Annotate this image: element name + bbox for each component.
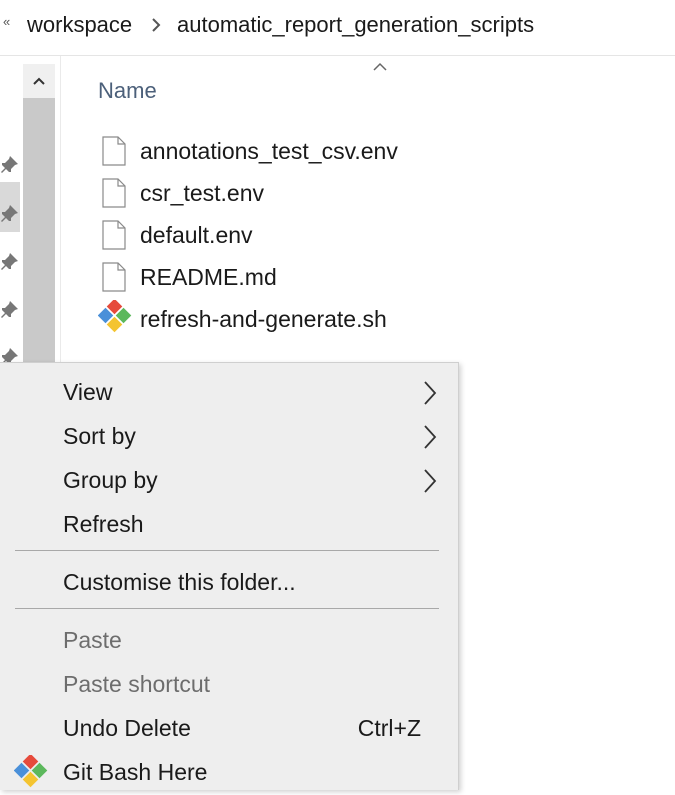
- menu-item-label: Git Bash Here: [63, 759, 208, 785]
- file-item[interactable]: refresh-and-generate.sh: [98, 298, 498, 338]
- menu-item-label: Group by: [63, 467, 158, 493]
- chevron-right-icon[interactable]: [147, 16, 165, 34]
- chevron-right-icon: [424, 469, 437, 493]
- menu-item-label: Paste: [63, 627, 122, 653]
- pin-icon[interactable]: [0, 301, 20, 321]
- generic-file-icon: [102, 136, 126, 166]
- breadcrumb-item-workspace[interactable]: workspace: [27, 12, 132, 38]
- menu-item-git-bash-here[interactable]: Git Bash Here: [0, 751, 458, 795]
- file-name: refresh-and-generate.sh: [140, 306, 387, 332]
- menu-item-label: Customise this folder...: [63, 569, 296, 595]
- menu-item-undo-delete[interactable]: Undo Delete Ctrl+Z: [0, 707, 458, 751]
- chevron-up-icon: [33, 77, 45, 85]
- file-item[interactable]: annotations_test_csv.env: [98, 130, 498, 170]
- menu-item-label: Undo Delete: [63, 715, 191, 741]
- pin-icon[interactable]: [0, 253, 20, 273]
- menu-item-paste-shortcut[interactable]: Paste shortcut: [0, 663, 458, 707]
- scroll-up-button[interactable]: [23, 64, 55, 98]
- sort-ascending-icon: [373, 62, 387, 71]
- menu-separator: [15, 608, 439, 609]
- address-bar: « workspace automatic_report_generation_…: [0, 0, 675, 56]
- column-header-name[interactable]: Name: [98, 78, 157, 104]
- file-item[interactable]: README.md: [98, 256, 498, 296]
- menu-item-label: View: [63, 379, 113, 405]
- file-name: default.env: [140, 222, 253, 248]
- menu-item-label: Refresh: [63, 511, 144, 537]
- menu-item-label: Paste shortcut: [63, 671, 211, 697]
- generic-file-icon: [102, 178, 126, 208]
- menu-item-shortcut: Ctrl+Z: [357, 715, 421, 741]
- menu-item-customise-folder[interactable]: Customise this folder...: [0, 561, 458, 605]
- generic-file-icon: [102, 262, 126, 292]
- git-bash-icon: [14, 755, 48, 788]
- context-menu: View Sort by Group by Refresh Customise …: [0, 362, 459, 790]
- breadcrumb-overflow-icon[interactable]: «: [3, 14, 10, 29]
- chevron-right-icon: [424, 425, 437, 449]
- menu-separator: [15, 550, 439, 551]
- menu-item-refresh[interactable]: Refresh: [0, 503, 458, 547]
- file-name: annotations_test_csv.env: [140, 138, 398, 164]
- file-name: csr_test.env: [140, 180, 264, 206]
- chevron-right-icon: [424, 381, 437, 405]
- breadcrumb-item-current-folder[interactable]: automatic_report_generation_scripts: [177, 12, 534, 38]
- generic-file-icon: [102, 220, 126, 250]
- git-bash-icon: [98, 300, 132, 333]
- menu-item-group-by[interactable]: Group by: [0, 459, 458, 503]
- pin-icon[interactable]: [0, 205, 20, 225]
- pin-icon[interactable]: [0, 156, 20, 176]
- menu-item-view[interactable]: View: [0, 371, 458, 415]
- file-item[interactable]: default.env: [98, 214, 498, 254]
- file-item[interactable]: csr_test.env: [98, 172, 498, 212]
- menu-item-label: Sort by: [63, 423, 136, 449]
- menu-item-paste[interactable]: Paste: [0, 619, 458, 663]
- menu-item-sort-by[interactable]: Sort by: [0, 415, 458, 459]
- file-name: README.md: [140, 264, 277, 290]
